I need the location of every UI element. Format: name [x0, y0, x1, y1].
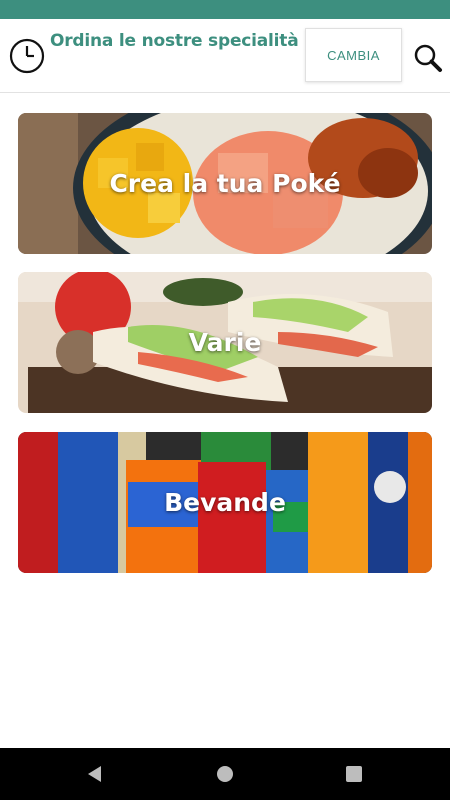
change-button[interactable]: CAMBIA	[305, 28, 402, 82]
category-card-bevande[interactable]: Bevande	[18, 432, 432, 573]
page-title: Ordina le nostre specialità	[50, 31, 299, 51]
back-icon[interactable]	[83, 762, 107, 786]
recents-icon[interactable]	[342, 762, 366, 786]
category-card-varie[interactable]: Varie	[18, 272, 432, 413]
search-icon[interactable]	[412, 42, 444, 74]
app-header: Ordina le nostre specialità CAMBIA	[0, 19, 450, 93]
category-label: Bevande	[164, 488, 286, 517]
category-label: Crea la tua Poké	[109, 169, 341, 198]
status-bar	[0, 0, 450, 19]
category-label: Varie	[188, 328, 262, 357]
system-navigation-bar	[0, 748, 450, 800]
clock-icon[interactable]	[8, 37, 46, 75]
home-icon[interactable]	[213, 762, 237, 786]
category-card-poke[interactable]: Crea la tua Poké	[18, 113, 432, 254]
